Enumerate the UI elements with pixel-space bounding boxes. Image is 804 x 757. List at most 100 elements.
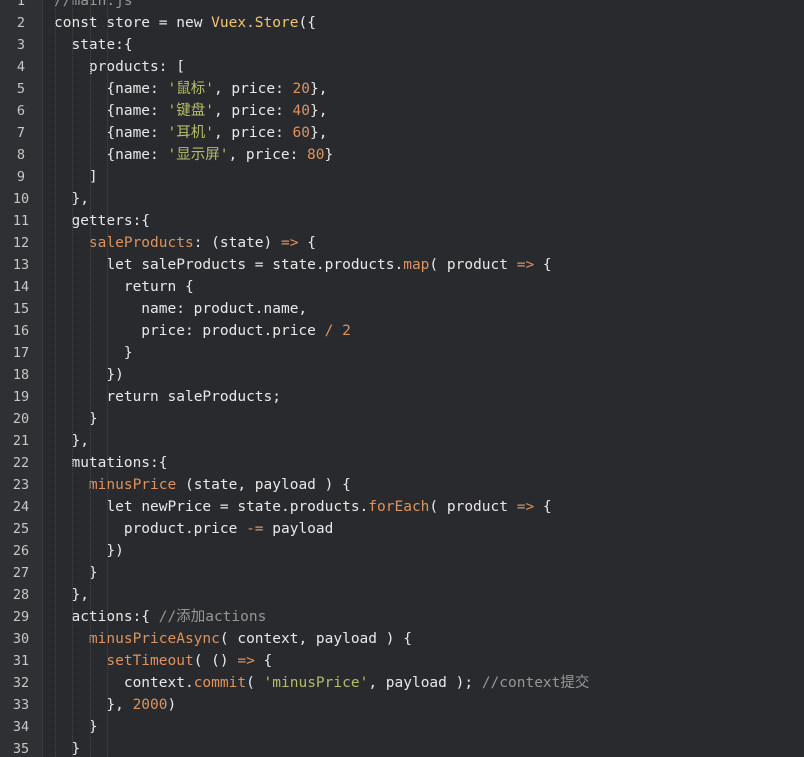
code-token: }, — [310, 81, 328, 97]
line-number: 10 — [12, 191, 30, 207]
indent-guide — [55, 0, 56, 757]
code-line[interactable]: } — [43, 408, 804, 430]
code-token: '耳机' — [167, 125, 214, 141]
code-token: } — [54, 411, 98, 427]
code-token: ( product — [429, 257, 517, 273]
code-token: { — [298, 235, 316, 251]
code-line[interactable]: }) — [43, 364, 804, 386]
line-number: 12 — [12, 235, 30, 251]
code-token: '显示屏' — [167, 147, 229, 163]
code-token: ) — [167, 697, 177, 713]
code-token: minusPrice — [88, 477, 177, 493]
code-area[interactable]: //main.js const store = new Vuex.Store({ … — [43, 0, 804, 757]
code-token: => — [516, 257, 535, 273]
line-number: 27 — [12, 565, 30, 581]
line-number: 2 — [16, 15, 26, 31]
code-line[interactable]: name: product.name, — [43, 298, 804, 320]
code-line[interactable]: return saleProducts; — [43, 386, 804, 408]
code-token: 2000 — [132, 697, 168, 713]
line-number: 25 — [12, 521, 30, 537]
code-line[interactable]: product.price -= payload — [43, 518, 804, 540]
code-line[interactable]: minusPrice (state, payload ) { — [43, 474, 804, 496]
code-line[interactable]: }, — [43, 584, 804, 606]
code-line[interactable]: getters:{ — [43, 210, 804, 232]
code-line[interactable]: ] — [43, 166, 804, 188]
code-line[interactable]: }) — [43, 540, 804, 562]
code-line[interactable]: products: [ — [43, 56, 804, 78]
line-number: 35 — [12, 741, 30, 757]
code-line[interactable]: price: product.price / 2 — [43, 320, 804, 342]
code-token: } — [54, 741, 81, 757]
code-token: let — [106, 257, 142, 273]
line-number: 6 — [16, 103, 26, 119]
indent-guide — [107, 0, 109, 757]
line-number: 7 — [16, 125, 26, 141]
code-token: ({ — [298, 15, 316, 31]
code-editor[interactable]: 1 2 3 4 5 6 7 8 9 10 11 12 13 14 15 16 17 18 19 20 21 22 23 24 2… — [0, 0, 804, 757]
code-token: 2 — [342, 323, 351, 339]
line-number: 9 — [16, 169, 26, 185]
code-line[interactable]: let saleProducts = state.products.map( p… — [43, 254, 804, 276]
code-line[interactable]: {name: '显示屏', price: 80} — [43, 144, 804, 166]
code-line[interactable]: }, — [43, 430, 804, 452]
code-token: mutations:{ — [54, 455, 168, 471]
code-line[interactable]: minusPriceAsync( context, payload ) { — [43, 628, 804, 650]
code-token: //添加actions — [158, 609, 267, 625]
line-number: 31 — [12, 653, 30, 669]
code-token: const — [54, 15, 107, 31]
code-token: } — [54, 565, 98, 581]
code-token: , price: — [213, 125, 293, 141]
code-line[interactable]: {name: '鼠标', price: 20}, — [43, 78, 804, 100]
code-token: price: product.price — [54, 323, 325, 339]
code-line[interactable]: }, — [43, 188, 804, 210]
code-line[interactable]: const store = new Vuex.Store({ — [43, 12, 804, 34]
code-token: product.price — [54, 521, 247, 537]
code-token: ( () — [193, 653, 238, 669]
code-token: forEach — [368, 499, 430, 515]
code-token: state:{ — [54, 37, 133, 53]
code-line[interactable]: } — [43, 738, 804, 757]
code-token: -= — [246, 521, 264, 537]
code-token: 60 — [292, 125, 311, 141]
code-line[interactable]: } — [43, 342, 804, 364]
code-line[interactable]: {name: '键盘', price: 40}, — [43, 100, 804, 122]
indent-guide — [89, 0, 91, 757]
code-line[interactable]: {name: '耳机', price: 60}, — [43, 122, 804, 144]
code-token: {name: — [54, 81, 168, 97]
code-token: => — [281, 235, 299, 251]
code-token: newPrice = state.products. — [141, 499, 369, 515]
code-token: saleProducts — [88, 235, 194, 251]
line-number: 23 — [12, 477, 30, 493]
code-token: return — [106, 389, 168, 405]
code-token: 40 — [292, 103, 311, 119]
code-token: (state, payload ) { — [176, 477, 351, 493]
code-line[interactable]: saleProducts: (state) => { — [43, 232, 804, 254]
code-line[interactable]: } — [43, 716, 804, 738]
code-token: } — [324, 147, 334, 163]
line-number: 1 — [16, 0, 26, 9]
line-number: 21 — [12, 433, 30, 449]
code-line[interactable]: }, 2000) — [43, 694, 804, 716]
indent-guide — [72, 0, 74, 757]
code-token: '键盘' — [167, 103, 214, 119]
code-line[interactable]: return { — [43, 276, 804, 298]
code-line[interactable]: } — [43, 562, 804, 584]
code-token: Vuex.Store — [211, 15, 299, 31]
code-line[interactable]: setTimeout( () => { — [43, 650, 804, 672]
code-token: return — [123, 279, 177, 295]
code-token: {name: — [54, 103, 168, 119]
line-number: 18 — [12, 367, 30, 383]
code-token: name: product.name, — [54, 301, 308, 317]
code-line[interactable]: context.commit( 'minusPrice', payload );… — [43, 672, 804, 694]
line-number: 33 — [12, 697, 30, 713]
code-line[interactable]: state:{ — [43, 34, 804, 56]
code-line[interactable]: mutations:{ — [43, 452, 804, 474]
code-token: , payload ); — [368, 675, 482, 691]
line-number: 8 — [16, 147, 26, 163]
code-token: //context提交 — [481, 675, 590, 691]
code-line[interactable]: let newPrice = state.products.forEach( p… — [43, 496, 804, 518]
code-line[interactable]: //main.js — [43, 0, 804, 12]
code-token: } — [54, 719, 98, 735]
code-line[interactable]: actions:{ //添加actions — [43, 606, 804, 628]
